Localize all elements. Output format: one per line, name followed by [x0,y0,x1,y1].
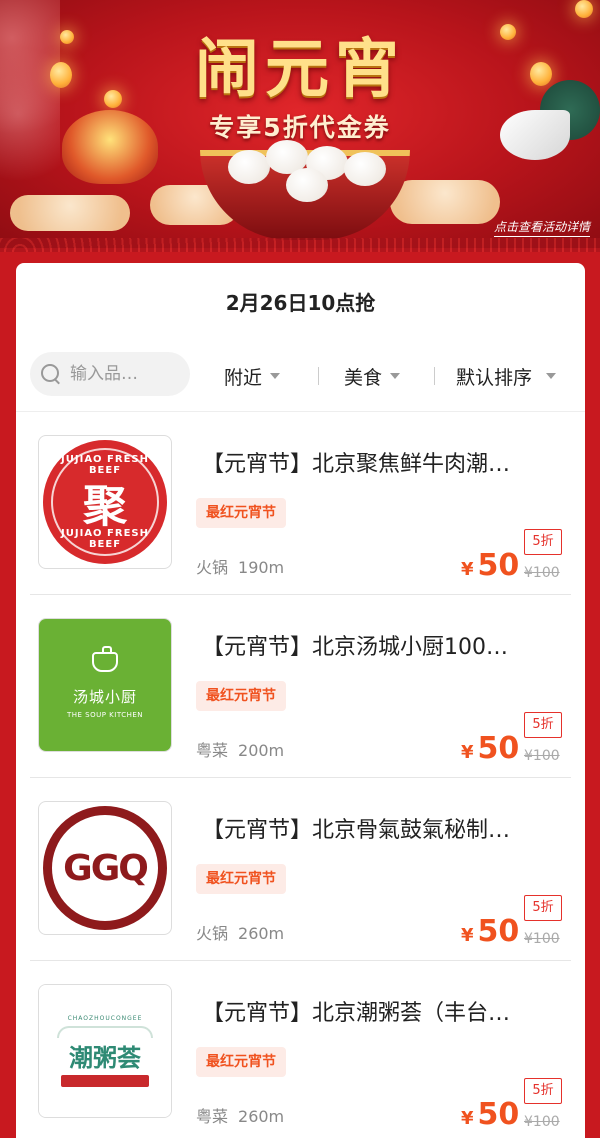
caret-down-icon [546,373,557,379]
soup-kitchen-logo: 汤城小厨 THE SOUP KITCHEN [39,619,171,751]
item-title[interactable]: 【元宵节】北京潮粥荟（丰台… [202,995,562,1027]
promo-tag: 最红元宵节 [196,864,286,894]
coupon-list: JUJIAO FRESH BEEF 聚 JUJIAO FRESH BEEF 【元… [16,412,585,1138]
discount-badge: 5折 [524,895,562,921]
price-value: 50 [477,731,520,766]
banner-title: 闹元宵 [195,32,405,107]
item-category: 粤菜 [196,1107,229,1126]
item-price: ¥50 [461,731,519,766]
tangyuan-icon [344,152,386,186]
jujiao-logo: JUJIAO FRESH BEEF 聚 JUJIAO FRESH BEEF [43,440,167,564]
item-category: 火锅 [196,558,229,577]
item-distance: 260m [238,924,285,943]
logo-text-en: CHAOZHOUCONGEE [67,1015,143,1022]
item-price: ¥50 [461,914,519,949]
item-distance: 190m [238,558,285,577]
original-price: ¥100 [524,565,560,581]
discount-badge: 5折 [524,712,562,738]
discount-badge: 5折 [524,529,562,555]
restaurant-logo: GGQ [38,801,172,935]
logo-text-bottom: JUJIAO FRESH BEEF [61,528,149,550]
logo-text-cn: 潮粥荟 [69,1043,141,1072]
logo-text-top: JUJIAO FRESH BEEF [61,454,149,476]
sale-date-label: 2月26日10点抢 [225,291,376,315]
activity-details-link[interactable]: 点击查看活动详情 [493,218,590,237]
logo-text-en: THE SOUP KITCHEN [66,710,144,719]
item-price: ¥50 [461,1097,519,1132]
filter-separator [434,367,435,385]
restaurant-logo: 汤城小厨 THE SOUP KITCHEN [38,618,172,752]
caret-down-icon [390,373,401,379]
filter-category[interactable]: 美食 [344,363,401,389]
search-box[interactable] [30,352,190,396]
item-distance: 260m [238,1107,285,1126]
list-item[interactable]: 汤城小厨 THE SOUP KITCHEN 【元宵节】北京汤城小厨100… 最红… [16,595,585,778]
item-title[interactable]: 【元宵节】北京汤城小厨100… [202,629,562,661]
currency-symbol: ¥ [461,742,474,763]
filter-separator [318,367,319,385]
item-category: 粤菜 [196,741,229,760]
item-meta: 火锅 260m [196,920,284,944]
item-meta: 粤菜 260m [196,1103,284,1127]
price-value: 50 [477,1097,520,1132]
original-price: ¥100 [524,748,560,764]
filter-sort-label: 默认排序 [456,366,533,389]
ggq-logo: GGQ [43,806,167,930]
list-item[interactable]: JUJIAO FRESH BEEF 聚 JUJIAO FRESH BEEF 【元… [16,412,585,595]
logo-text-cn: 汤城小厨 [72,687,137,706]
currency-symbol: ¥ [461,559,474,580]
item-meta: 火锅 190m [196,554,284,578]
restaurant-logo: CHAOZHOUCONGEE 潮粥荟 [38,984,172,1118]
caret-down-icon [270,373,281,379]
pot-icon [92,645,118,672]
list-item[interactable]: GGQ 【元宵节】北京骨氣鼓氣秘制… 最红元宵节 火锅 260m 5折 ¥50 ¥… [16,778,585,961]
price-value: 50 [477,548,520,583]
discount-badge: 5折 [524,1078,562,1104]
original-price: ¥100 [524,931,560,947]
item-distance: 200m [238,741,285,760]
cloud-decoration [390,180,500,224]
crane-icon [500,110,570,160]
price-value: 50 [477,914,520,949]
logo-ribbon [61,1075,149,1087]
promo-tag: 最红元宵节 [196,1047,286,1077]
coupon-card: 2月26日10点抢 附近 美食 默认排序 JUJIAO FRESH BEEF 聚… [16,263,585,1138]
restaurant-logo: JUJIAO FRESH BEEF 聚 JUJIAO FRESH BEEF [38,435,172,569]
currency-symbol: ¥ [461,925,474,946]
filter-sort[interactable]: 默认排序 [456,363,557,389]
filter-nearby[interactable]: 附近 [224,363,281,389]
item-category: 火锅 [196,924,229,943]
item-title[interactable]: 【元宵节】北京骨氣鼓氣秘制… [202,812,562,844]
wave-pattern-decoration [0,238,600,252]
filter-nearby-label: 附近 [224,366,263,389]
item-price: ¥50 [461,548,519,583]
search-input[interactable] [70,364,178,384]
promo-banner[interactable]: 闹元宵 专享5折代金券 点击查看活动详情 [0,0,600,248]
filter-category-label: 美食 [344,366,383,389]
tangyuan-icon [228,150,270,184]
lantern-icon [575,0,593,18]
chaozhou-congee-logo: CHAOZHOUCONGEE 潮粥荟 [39,985,171,1117]
item-title[interactable]: 【元宵节】北京聚焦鲜牛肉潮… [202,446,562,478]
promo-tag: 最红元宵节 [196,498,286,528]
currency-symbol: ¥ [461,1108,474,1129]
cloud-decoration [10,195,130,231]
item-meta: 粤菜 200m [196,737,284,761]
logo-mark: GGQ [63,847,149,889]
lion-dance-icon [62,110,158,184]
promo-tag: 最红元宵节 [196,681,286,711]
tangyuan-icon [286,168,328,202]
list-item[interactable]: CHAOZHOUCONGEE 潮粥荟 【元宵节】北京潮粥荟（丰台… 最红元宵节 … [16,961,585,1138]
search-icon [40,363,62,385]
original-price: ¥100 [524,1114,560,1130]
